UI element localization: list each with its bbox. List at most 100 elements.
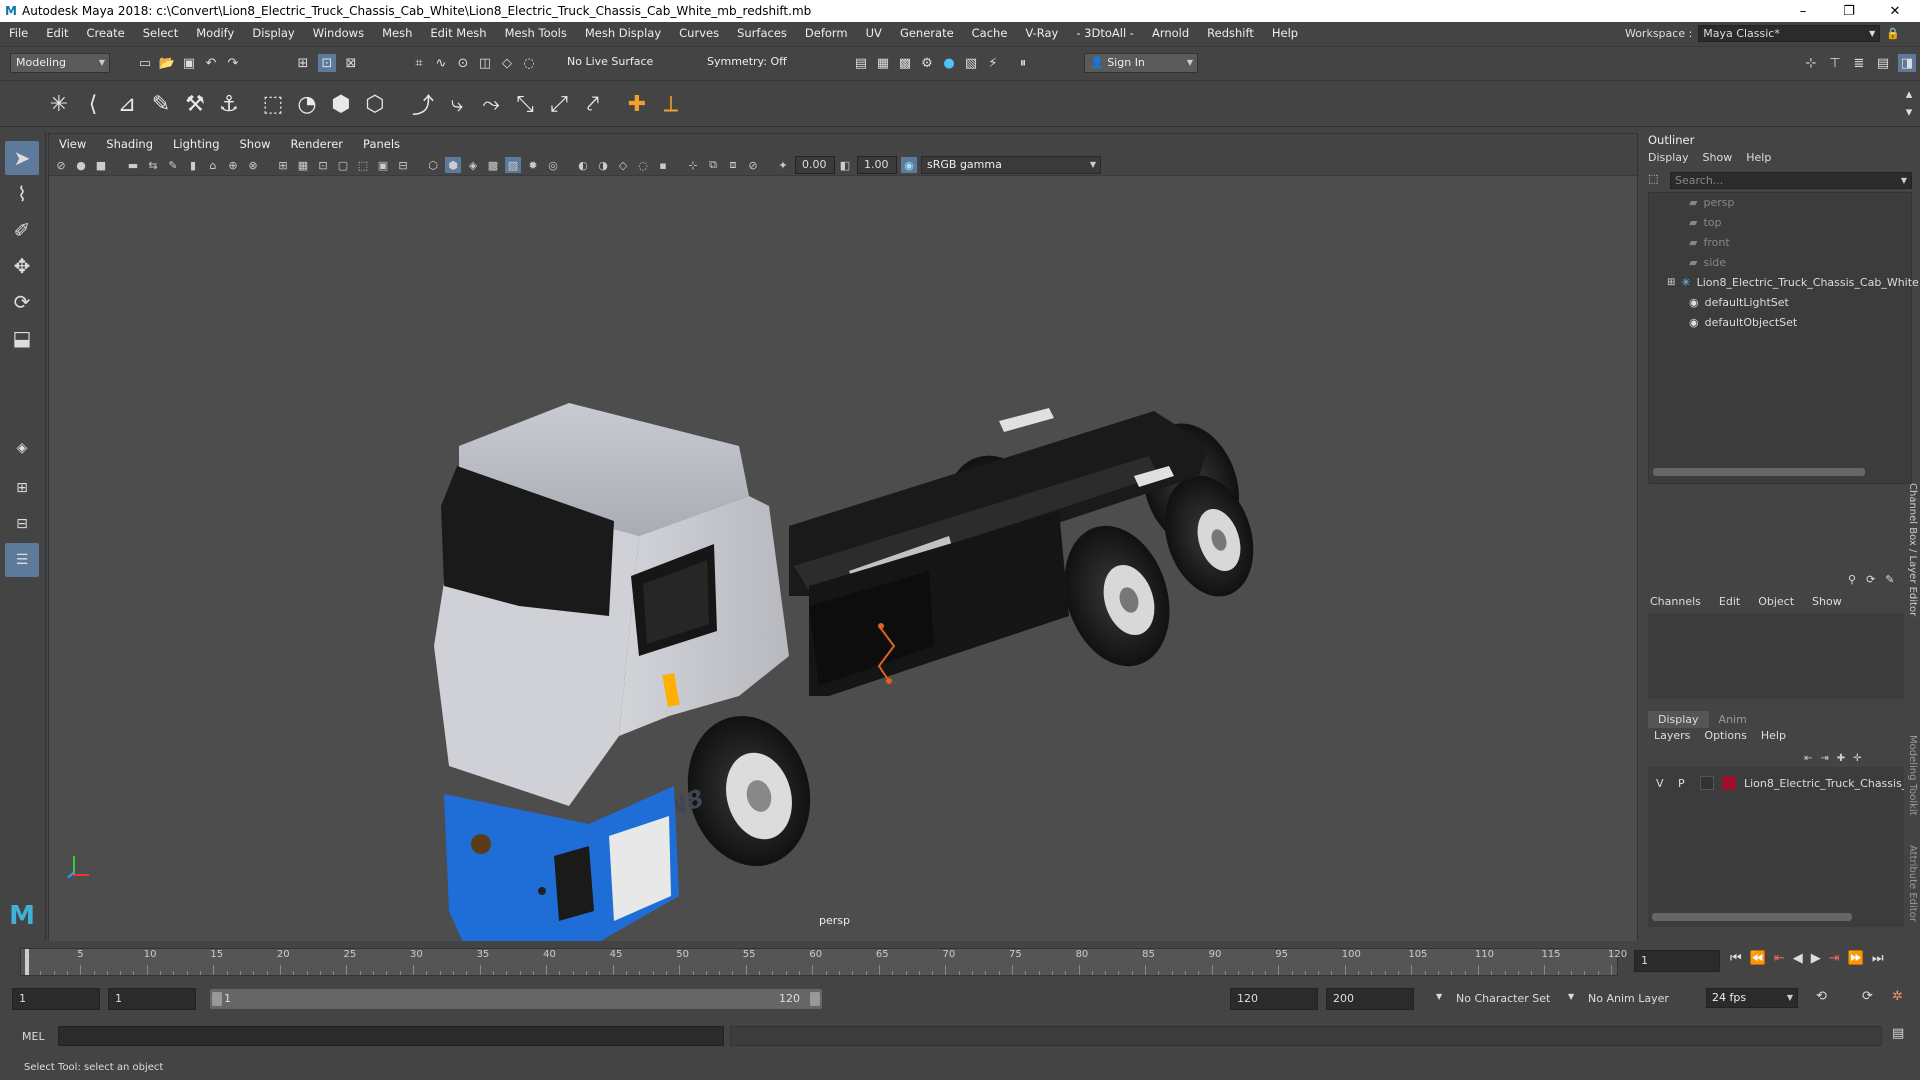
channel-box-toggle-icon[interactable]: ▤	[1874, 54, 1892, 72]
loft-icon[interactable]: ⤳	[476, 89, 506, 119]
menu-display[interactable]: Display	[243, 26, 303, 40]
move-layer-up-icon[interactable]: ⇤	[1804, 753, 1812, 764]
time-ruler[interactable]: 1510152025303540455055606570758085909510…	[20, 948, 1627, 976]
menu-help[interactable]: Help	[1263, 26, 1307, 40]
bookmark-icon[interactable]: ■	[93, 157, 109, 173]
select-camera-icon[interactable]: ⊘	[53, 157, 69, 173]
two-d-pan-icon[interactable]: ⇆	[145, 157, 161, 173]
snap-grid-icon[interactable]: ⌗	[410, 54, 428, 72]
menu-modify[interactable]: Modify	[187, 26, 243, 40]
go-to-start-icon[interactable]: ⏮	[1730, 951, 1742, 966]
render-view-icon[interactable]: ▤	[852, 54, 870, 72]
layer-tab-display[interactable]: Display	[1648, 711, 1709, 728]
range-end-handle[interactable]	[810, 992, 820, 1006]
ipr-render-icon[interactable]: ▩	[896, 54, 914, 72]
viewport-menu-view[interactable]: View	[49, 137, 96, 151]
channelbox-menu-object[interactable]: Object	[1758, 595, 1794, 608]
select-hierarchy-icon[interactable]: ⊞	[294, 54, 312, 72]
save-scene-icon[interactable]: ▣	[180, 54, 198, 72]
field-chart-icon[interactable]: ▦	[295, 157, 311, 173]
pause-icon[interactable]: ⏸	[1014, 54, 1032, 72]
menu-edit[interactable]: Edit	[37, 26, 77, 40]
rotate-tool-icon[interactable]: ⟳	[5, 285, 39, 319]
snap-view-icon[interactable]: ◫	[476, 54, 494, 72]
anti-aliasing-icon[interactable]: ◑	[595, 157, 611, 173]
snap-point-icon[interactable]: ⊙	[454, 54, 472, 72]
current-time-marker[interactable]	[25, 949, 29, 975]
lasso-tool-icon[interactable]: ⌇	[5, 177, 39, 211]
command-input[interactable]	[58, 1026, 724, 1046]
channelbox-menu-edit[interactable]: Edit	[1719, 595, 1740, 608]
layer-visibility-toggle[interactable]: V	[1656, 777, 1670, 790]
nurbs-sphere-icon[interactable]: ◔	[292, 89, 322, 119]
viewport-menu-show[interactable]: Show	[230, 137, 281, 151]
ambient-occlusion-icon[interactable]: ◎	[545, 157, 561, 173]
resolution-icon[interactable]: ▣	[375, 157, 391, 173]
text-tool-icon[interactable]: ⚓	[214, 89, 244, 119]
exposure-field[interactable]: 0.00	[795, 156, 835, 174]
pencil-curve-icon[interactable]: ✎	[146, 89, 176, 119]
single-perspective-layout-icon[interactable]: ◈	[5, 431, 39, 465]
menu-deform[interactable]: Deform	[796, 26, 857, 40]
chevron-down-icon[interactable]: ▼	[1436, 992, 1442, 1001]
shadows-icon[interactable]: ✹	[525, 157, 541, 173]
menu-3dtoall[interactable]: - 3DtoAll -	[1067, 26, 1143, 40]
minimize-button[interactable]: –	[1780, 0, 1826, 22]
image-plane-icon[interactable]: ▬	[125, 157, 141, 173]
channelbox-menu-show[interactable]: Show	[1812, 595, 1842, 608]
four-view-layout-icon[interactable]: ⊞	[5, 471, 39, 505]
grid-toggle-icon[interactable]: ⊞	[275, 157, 291, 173]
menu-mesh-display[interactable]: Mesh Display	[576, 26, 670, 40]
menu-curves[interactable]: Curves	[670, 26, 728, 40]
modeling-toolkit-toggle-icon[interactable]: ⊹	[1802, 54, 1820, 72]
outliner-item-persp[interactable]: ▰ persp	[1689, 193, 1734, 211]
menu-generate[interactable]: Generate	[891, 26, 963, 40]
step-back-frame-icon[interactable]: ⇤	[1774, 951, 1785, 966]
playback-start-field[interactable]: 1	[108, 988, 196, 1010]
redo-icon[interactable]: ↷	[224, 54, 242, 72]
channelbox-edit-icon[interactable]: ✎	[1885, 573, 1894, 586]
snap-curve-icon[interactable]: ∿	[432, 54, 450, 72]
gamma-icon[interactable]: ◧	[837, 157, 853, 173]
go-to-end-icon[interactable]: ⏭	[1872, 951, 1884, 966]
attach-curves-icon[interactable]: ✚	[622, 89, 652, 119]
chevron-down-icon[interactable]: ▼	[1568, 992, 1574, 1001]
menu-file[interactable]: File	[0, 26, 37, 40]
lock-icon[interactable]: 🔒	[1886, 27, 1900, 40]
redshift-ipr-icon[interactable]: ⚡	[984, 54, 1002, 72]
layer-horizontal-scrollbar[interactable]	[1652, 913, 1852, 921]
channelbox-key-icon[interactable]: ⚲	[1848, 573, 1856, 586]
wireframe-icon[interactable]: ⬡	[425, 157, 441, 173]
start-time-field[interactable]: 1	[12, 988, 100, 1010]
bezier-icon[interactable]: ⊿	[112, 89, 142, 119]
play-forward-icon[interactable]: ▶	[1811, 951, 1821, 966]
menu-select[interactable]: Select	[134, 26, 187, 40]
character-set-label[interactable]: No Character Set	[1456, 992, 1550, 1005]
step-forward-key-icon[interactable]: ⏩	[1848, 951, 1864, 966]
xray-active-icon[interactable]: ⧉	[705, 157, 721, 173]
layer-type-toggle[interactable]	[1700, 776, 1714, 790]
safe-title-icon[interactable]: ▢	[335, 157, 351, 173]
lock-camera-icon[interactable]: ⌂	[205, 157, 221, 173]
move-tool-icon[interactable]: ✥	[5, 249, 39, 283]
mode-dropdown[interactable]: Modeling ▼	[10, 53, 110, 73]
layer-editor-toggle-icon[interactable]: ◨	[1898, 54, 1916, 72]
new-layer-selected-icon[interactable]: ✛	[1853, 753, 1861, 764]
snap-vertex-icon[interactable]: ◌	[520, 54, 538, 72]
current-frame-field[interactable]: 1	[1634, 950, 1720, 972]
side-tab-modeling-toolkit[interactable]: Modeling Toolkit	[1902, 735, 1918, 816]
select-object-icon[interactable]: ⊡	[318, 54, 336, 72]
outliner-menu-display[interactable]: Display	[1648, 151, 1689, 164]
side-tab-channel-box[interactable]: Channel Box / Layer Editor	[1902, 483, 1918, 616]
ep-curve-icon[interactable]: ⟨	[78, 89, 108, 119]
outliner-menu-help[interactable]: Help	[1746, 151, 1771, 164]
sign-in-button[interactable]: 👤 Sign In ▼	[1084, 53, 1198, 73]
xray-icon[interactable]: ◌	[635, 157, 651, 173]
anim-prefs-icon[interactable]: ✲	[1892, 989, 1903, 1004]
tool-settings-toggle-icon[interactable]: ≣	[1850, 54, 1868, 72]
render-settings-icon[interactable]: ⚙	[918, 54, 936, 72]
menu-create[interactable]: Create	[78, 26, 134, 40]
use-all-lights-icon[interactable]: ▧	[505, 157, 521, 173]
fps-dropdown[interactable]: 24 fps ▼	[1706, 988, 1798, 1008]
layer-color-swatch[interactable]	[1722, 776, 1736, 790]
